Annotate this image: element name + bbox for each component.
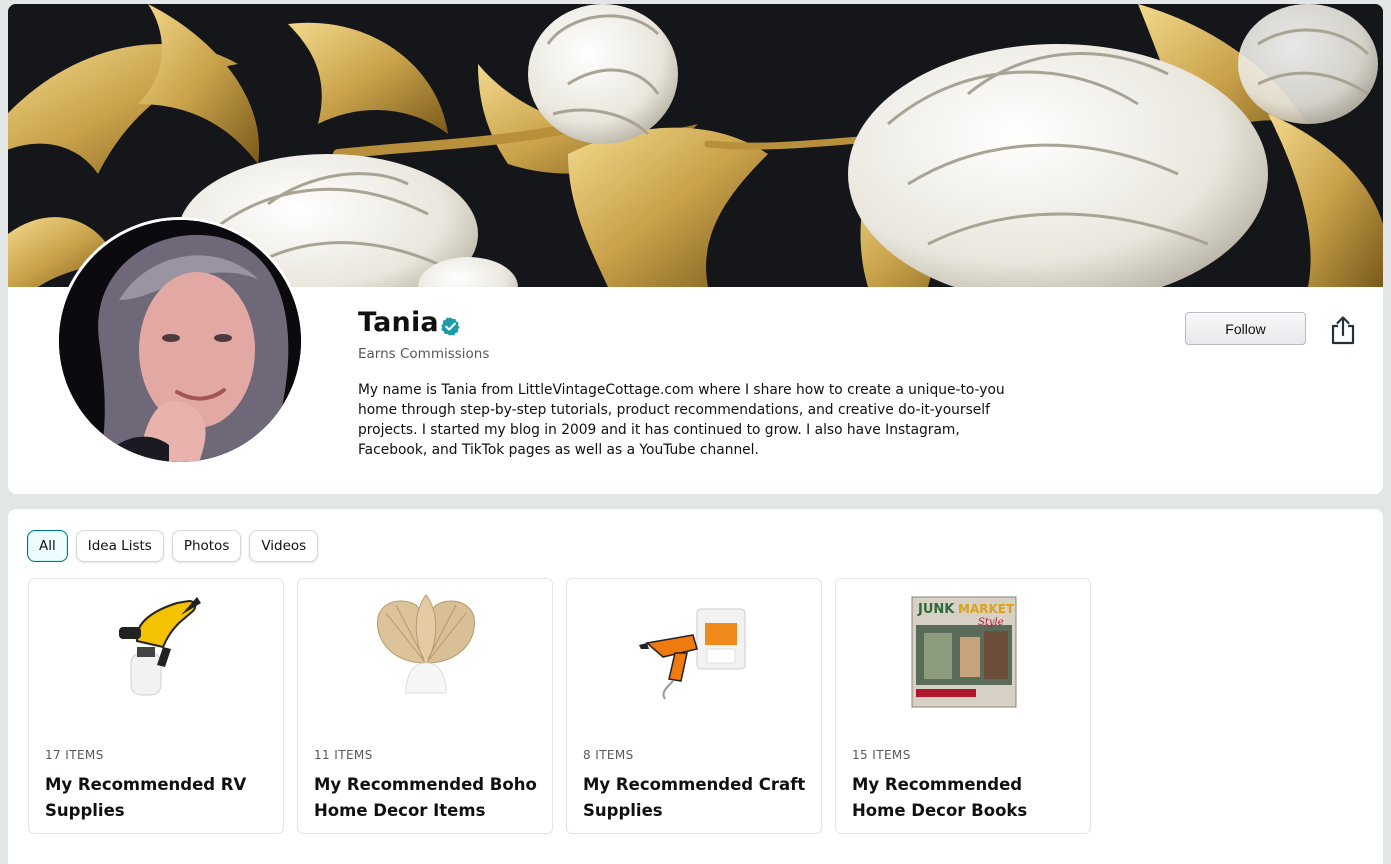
idea-list-count: 11 ITEMS xyxy=(314,748,373,762)
tab-videos[interactable]: Videos xyxy=(249,530,319,562)
idea-list-count: 15 ITEMS xyxy=(852,748,911,762)
earns-commissions-label: Earns Commissions xyxy=(358,346,490,362)
profile-name: Tania xyxy=(358,307,439,338)
idea-list-card-boho-decor[interactable]: 11 ITEMS My Recommended Boho Home Decor … xyxy=(297,578,553,834)
book-cover-market: MARKET xyxy=(958,602,1015,616)
idea-list-card-decor-books[interactable]: JUNK MARKET Style 15 ITEMS My Recommende… xyxy=(835,578,1091,834)
idea-list-card-rv-supplies[interactable]: 17 ITEMS My Recommended RV Supplies xyxy=(28,578,284,834)
profile-avatar xyxy=(56,217,304,465)
idea-list-card-craft-supplies[interactable]: 8 ITEMS My Recommended Craft Supplies xyxy=(566,578,822,834)
idea-list-title: My Recommended Home Decor Books xyxy=(852,775,1028,820)
follow-button[interactable]: Follow xyxy=(1185,312,1306,345)
book-cover-junk: JUNK xyxy=(917,602,955,617)
idea-list-title: My Recommended RV Supplies xyxy=(45,775,247,820)
content-card: All Idea Lists Photos Videos 17 ITEMS My… xyxy=(8,509,1383,864)
tab-idea-lists[interactable]: Idea Lists xyxy=(75,530,164,562)
idea-list-count: 8 ITEMS xyxy=(583,748,634,762)
profile-bio: My name is Tania from LittleVintageCotta… xyxy=(358,382,1005,458)
junk-market-book-thumbnail: JUNK MARKET Style xyxy=(911,596,1017,708)
idea-list-count: 17 ITEMS xyxy=(45,748,104,762)
tab-all[interactable]: All xyxy=(27,530,68,562)
share-icon[interactable] xyxy=(1330,315,1356,345)
idea-list-title: My Recommended Boho Home Decor Items xyxy=(314,775,537,820)
profile-card: Tania Earns Commissions My name is Tania… xyxy=(8,4,1383,494)
palm-leaf-decor-thumbnail xyxy=(377,594,475,694)
verified-check-icon xyxy=(441,317,460,336)
idea-list-title: My Recommended Craft Supplies xyxy=(583,775,806,820)
tab-photos[interactable]: Photos xyxy=(171,530,242,562)
glue-gun-thumbnail xyxy=(639,608,746,700)
filter-tabs: All Idea Lists Photos Videos xyxy=(27,530,319,562)
book-cover-style: Style xyxy=(978,617,1004,628)
paint-sprayer-thumbnail xyxy=(119,597,201,696)
